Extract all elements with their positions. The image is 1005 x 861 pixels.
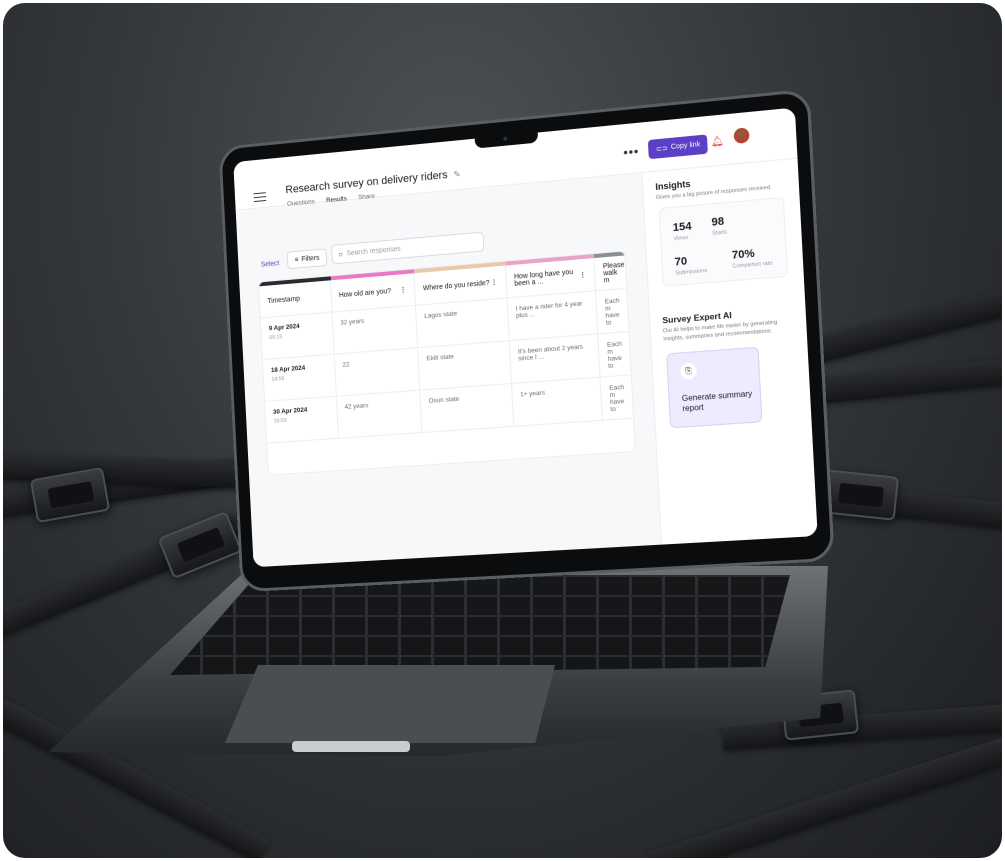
survey-title: Research survey on delivery riders [285, 169, 448, 197]
timestamp-time: 18:03 [273, 417, 287, 425]
search-placeholder: Search responses [346, 245, 401, 257]
hamburger-icon[interactable] [253, 192, 267, 203]
reside-cell: Osun state [420, 383, 514, 433]
stat-completion-rate: 70% Completion rate [732, 246, 773, 270]
kebab-icon[interactable]: ⋮ [579, 271, 586, 280]
stat-views: 154 Views [673, 220, 693, 242]
age-cell: 42 years [336, 390, 423, 438]
reside-cell: Ekiti state [418, 341, 512, 390]
pencil-icon[interactable]: ✎ [453, 169, 461, 180]
column-header[interactable]: Timestamp [259, 280, 333, 318]
filter-icon: ≡ [294, 256, 299, 264]
stat-label: Starts [711, 229, 728, 237]
kebab-icon[interactable]: ⋮ [400, 286, 407, 294]
copy-link-button[interactable]: ⊂⊃ Copy link [648, 134, 708, 160]
stat-label: Completion rate [732, 260, 773, 270]
stat-value: 154 [672, 220, 692, 235]
stat-label: Submissions [675, 267, 708, 277]
walk-cell: Each m have to [609, 383, 625, 414]
column-header-label: How long have you been a ... [513, 268, 574, 288]
laptop-lid: Research survey on delivery riders ✎ Que… [218, 88, 835, 593]
bell-icon[interactable]: 🔔︎ [710, 136, 724, 148]
survey-app: Research survey on delivery riders ✎ Que… [233, 107, 818, 568]
duration-cell: 1+ years [511, 377, 603, 426]
stat-value: 70 [674, 255, 688, 269]
generate-summary-button[interactable]: ⎘ Generate summary report [666, 346, 763, 429]
reside-cell: Lagos state [416, 298, 510, 348]
filters-label: Filters [301, 254, 320, 263]
insights-panel: Insights Gives you a big picture of resp… [641, 158, 818, 545]
duration-cell: It's been about 2 years since I ... [509, 334, 601, 383]
timestamp-cell: 30 Apr 2024 18:03 [265, 396, 339, 443]
timestamp-cell: 9 Apr 2024 09:15 [260, 312, 335, 360]
more-options-icon[interactable]: ••• [623, 144, 639, 160]
screen: Research survey on delivery riders ✎ Que… [233, 107, 818, 568]
select-link[interactable]: Select [261, 260, 280, 268]
stats-card: 154 Views 98 Starts 70 Submissions 70% C… [658, 196, 789, 287]
kebab-icon[interactable]: ⋮ [490, 278, 497, 287]
timestamp-cell: 18 Apr 2024 14:56 [262, 354, 337, 401]
stat-submissions: 70 Submissions [674, 254, 708, 277]
stat-starts: 98 Starts [711, 215, 728, 237]
column-header-label: Please walk m [602, 261, 625, 284]
walk-cell: Each m have to [606, 340, 623, 370]
search-icon: ○ [337, 249, 343, 259]
column-header-label: How old are you? [338, 287, 392, 299]
walk-cell: Each m have to [604, 297, 620, 327]
stat-label: Views [673, 234, 689, 243]
filters-button[interactable]: ≡ Filters [286, 248, 328, 270]
column-header[interactable]: Please walk m [594, 256, 626, 291]
responses-table: Timestamp How old are you? ⋮ Where do you… [258, 250, 636, 476]
stat-value: 98 [711, 215, 725, 229]
stat-value: 70% [731, 247, 755, 262]
results-panel: Select ≡ Filters ○ Search responses Time… [235, 173, 661, 568]
age-cell: 22 [334, 348, 421, 396]
generate-summary-label: Generate summary report [681, 389, 753, 414]
age-cell: 32 years [332, 305, 419, 354]
link-icon: ⊂⊃ [655, 144, 669, 153]
timestamp-time: 14:56 [271, 376, 285, 383]
duration-cell: I have a rider for 4 year plus ... [507, 291, 599, 341]
timestamp-time: 09:15 [269, 334, 283, 342]
laptop: Research survey on delivery riders ✎ Que… [0, 0, 1005, 861]
column-header-label: Timestamp [267, 295, 300, 305]
timestamp-date: 30 Apr 2024 [272, 406, 308, 416]
avatar[interactable] [733, 127, 750, 145]
insights-title: Insights [655, 178, 691, 193]
front-notch [292, 741, 410, 752]
trackpad [225, 665, 555, 743]
document-icon: ⎘ [680, 362, 698, 380]
search-input[interactable]: ○ Search responses [330, 231, 485, 265]
column-header-label: Where do you reside? [422, 279, 490, 292]
copy-link-label: Copy link [670, 141, 701, 152]
